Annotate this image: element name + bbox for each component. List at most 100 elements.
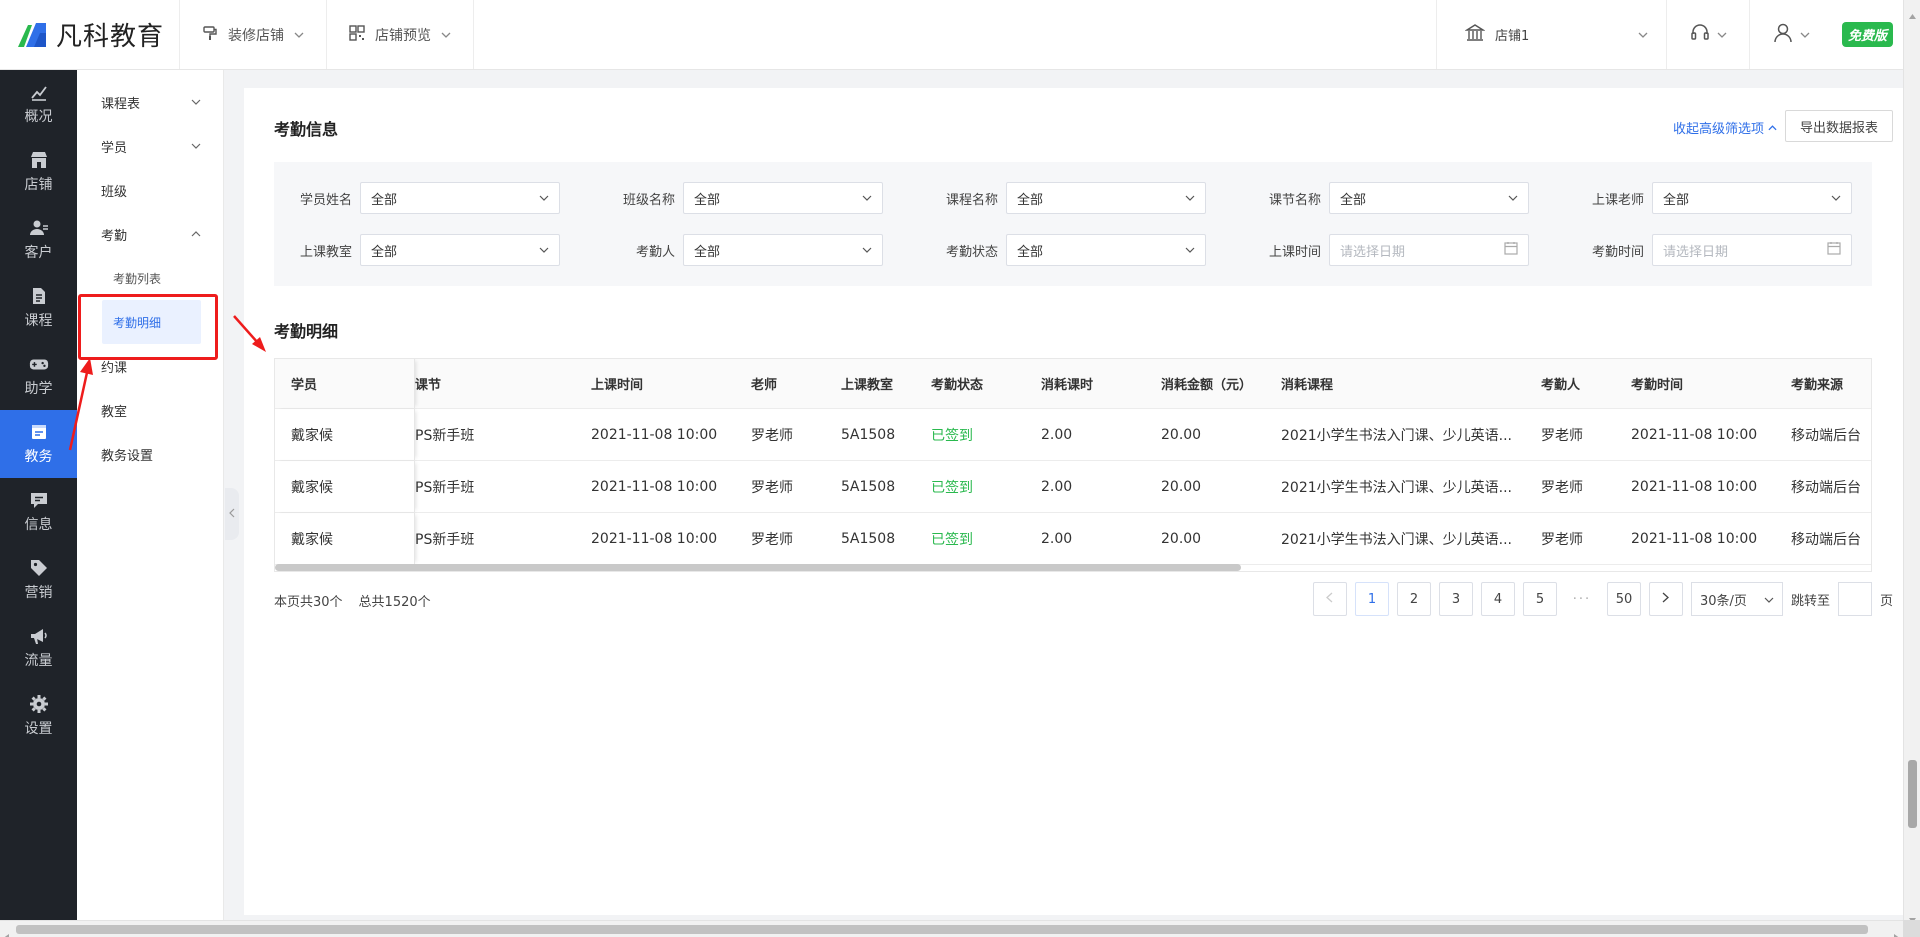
select-value: 全部 (1017, 192, 1044, 208)
submenu-label: 学员 (101, 140, 128, 156)
student-name-select[interactable]: 全部 (360, 182, 560, 214)
chevron-left-icon (1326, 592, 1333, 607)
submenu-label: 班级 (101, 184, 128, 200)
page-ellipsis[interactable]: ··· (1564, 582, 1599, 616)
plan-badge[interactable]: 免费版 (1841, 22, 1893, 47)
support-menu[interactable] (1665, 0, 1749, 69)
nav-item-message[interactable]: 信息 (0, 478, 77, 546)
attendance-detail-title: 考勤明细 (274, 322, 339, 341)
chevron-down-icon (1831, 195, 1841, 201)
submenu-schedule[interactable]: 课程表 (77, 80, 223, 124)
user-menu[interactable] (1748, 0, 1832, 69)
nav-item-settings[interactable]: 设置 (0, 682, 77, 750)
secondary-nav: 课程表 学员 班级 考勤 考勤列表 考勤明细 约课 教室 教务设置 (77, 70, 224, 920)
prev-page-button[interactable] (1312, 582, 1347, 616)
nav-item-learning-aid[interactable]: 助学 (0, 342, 77, 410)
submenu-attendance[interactable]: 考勤 (77, 212, 223, 256)
filter-label: 课节名称 (1268, 192, 1321, 208)
cell-status: 已签到 (931, 479, 973, 496)
page-button-2[interactable]: 2 (1396, 582, 1431, 616)
chevron-down-icon (1638, 32, 1648, 38)
lesson-name-select[interactable]: 全部 (1329, 182, 1529, 214)
chevron-down-icon (539, 247, 549, 253)
page-button-5[interactable]: 5 (1522, 582, 1557, 616)
page-button-4[interactable]: 4 (1480, 582, 1515, 616)
nav-item-traffic[interactable]: 流量 (0, 614, 77, 682)
cell-class-time: 2021-11-08 10:00 (591, 530, 718, 547)
cell-student: 戴家候 (275, 513, 415, 564)
page-button-3[interactable]: 3 (1438, 582, 1473, 616)
export-report-button[interactable]: 导出数据报表 (1785, 110, 1893, 142)
column-header: 课节 (415, 378, 442, 393)
nav-item-shop[interactable]: 店铺 (0, 138, 77, 206)
store-selector[interactable]: 店铺1 (1435, 0, 1666, 69)
gamepad-icon (29, 354, 49, 374)
page-horizontal-scrollbar[interactable] (0, 920, 1903, 937)
page-button-1[interactable]: 1 (1354, 582, 1389, 616)
classroom-select[interactable]: 全部 (360, 234, 560, 266)
edu-affairs-icon (29, 422, 49, 442)
submenu-edu-settings[interactable]: 教务设置 (77, 432, 223, 476)
shop-icon (29, 150, 49, 170)
filter-label: 考勤人 (635, 244, 675, 260)
cell-amount: 20.00 (1161, 426, 1202, 443)
attendance-time-date-picker[interactable]: 请选择日期 (1652, 234, 1852, 266)
tag-icon (29, 558, 49, 578)
submenu-students[interactable]: 学员 (77, 124, 223, 168)
cell-attendant: 罗老师 (1541, 479, 1583, 496)
filter-lesson-name: 课节名称 全部 (1243, 182, 1566, 214)
submenu-booking[interactable]: 约课 (77, 344, 223, 388)
chart-icon (29, 82, 49, 102)
class-time-date-picker[interactable]: 请选择日期 (1329, 234, 1529, 266)
next-page-button[interactable] (1648, 582, 1683, 616)
table-row[interactable]: 戴家候 PS新手班 2021-11-08 10:00 罗老师 5A1508 已签… (275, 409, 1871, 461)
nav-item-customer[interactable]: 客户 (0, 206, 77, 274)
nav-label: 概况 (24, 109, 53, 125)
collapse-advanced-filters[interactable]: 收起高级筛选项 (1673, 118, 1777, 137)
sidebar-collapse-handle[interactable] (225, 488, 239, 540)
column-header: 考勤来源 (1791, 378, 1844, 393)
nav-item-marketing[interactable]: 营销 (0, 546, 77, 614)
submenu-attendance-detail[interactable]: 考勤明细 (102, 300, 201, 344)
page-vertical-scrollbar[interactable] (1903, 0, 1920, 923)
cell-hours: 2.00 (1041, 478, 1073, 495)
brand-logo[interactable]: 凡科教育 (0, 0, 180, 69)
user-icon (1772, 22, 1794, 48)
teacher-select[interactable]: 全部 (1652, 182, 1852, 214)
cell-class-time: 2021-11-08 10:00 (591, 478, 718, 495)
nav-label: 信息 (24, 517, 53, 533)
filter-label: 上课老师 (1591, 192, 1644, 208)
table-row[interactable]: 戴家候 PS新手班 2021-11-08 10:00 罗老师 5A1508 已签… (275, 513, 1871, 565)
attendant-select[interactable]: 全部 (683, 234, 883, 266)
page-button-last[interactable]: 50 (1606, 582, 1641, 616)
attendance-status-select[interactable]: 全部 (1006, 234, 1206, 266)
shop-preview-menu[interactable]: 店铺预览 (327, 0, 474, 69)
submenu-classes[interactable]: 班级 (77, 168, 223, 212)
megaphone-icon (29, 626, 49, 646)
cell-lesson: PS新手班 (415, 479, 475, 496)
date-placeholder: 请选择日期 (1663, 244, 1729, 260)
table-row[interactable]: 戴家候 PS新手班 2021-11-08 10:00 罗老师 5A1508 已签… (275, 461, 1871, 513)
nav-item-edu-affairs[interactable]: 教务 (0, 410, 77, 478)
decorate-shop-menu[interactable]: 装修店铺 (180, 0, 327, 69)
nav-item-course[interactable]: 课程 (0, 274, 77, 342)
column-header: 考勤人 (1541, 378, 1581, 393)
page-size-value: 30条/页 (1699, 593, 1747, 609)
vertical-scroll-thumb[interactable] (1908, 760, 1917, 828)
submenu-classroom[interactable]: 教室 (77, 388, 223, 432)
chevron-up-icon (191, 231, 201, 237)
gear-icon (29, 694, 49, 714)
cell-student: 戴家候 (275, 409, 415, 460)
horizontal-scroll-thumb[interactable] (16, 925, 1868, 934)
jump-page-input[interactable] (1837, 582, 1872, 616)
nav-item-overview[interactable]: 概况 (0, 70, 77, 138)
class-name-select[interactable]: 全部 (683, 182, 883, 214)
submenu-attendance-list[interactable]: 考勤列表 (77, 256, 223, 300)
logo-icon (14, 17, 50, 53)
page-size-select[interactable]: 30条/页 (1690, 582, 1783, 616)
filter-row: 上课教室 全部 考勤人 全部 考勤状态 全部 上课时间 请选择日期 考勤时间 请… (274, 234, 1889, 266)
course-name-select[interactable]: 全部 (1006, 182, 1206, 214)
chevron-down-icon (191, 143, 201, 149)
table-horizontal-scrollbar[interactable] (275, 564, 1241, 571)
column-header: 消耗课程 (1281, 378, 1334, 393)
